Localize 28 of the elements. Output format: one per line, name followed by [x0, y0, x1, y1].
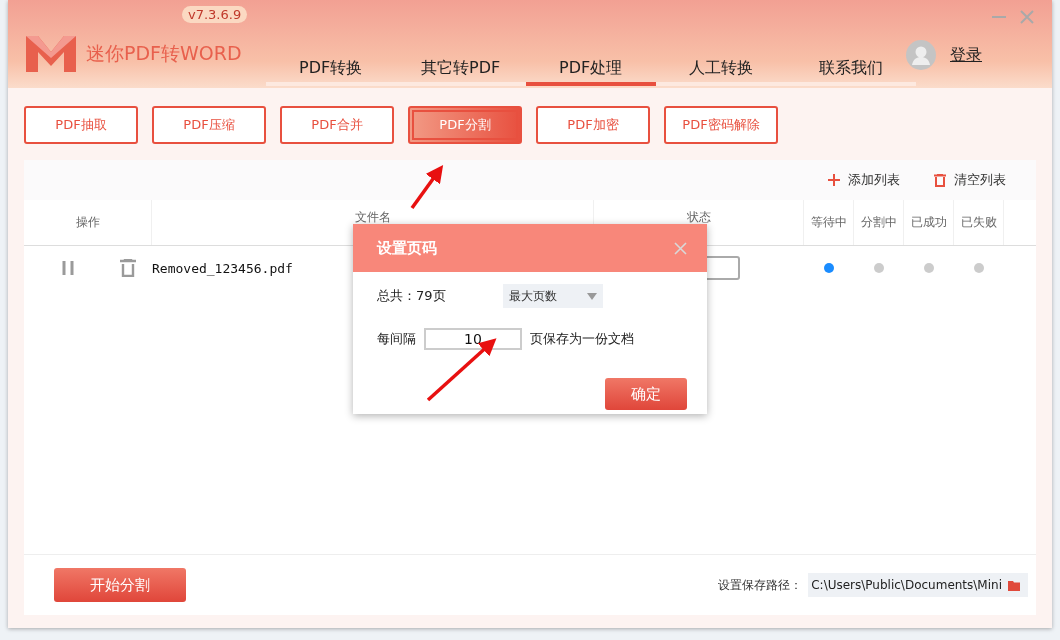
- login-link[interactable]: 登录: [950, 44, 982, 66]
- column-header: 操作: [24, 200, 152, 245]
- mode-dropdown[interactable]: 最大页数: [503, 284, 603, 308]
- nav-tab[interactable]: PDF处理: [525, 57, 656, 86]
- nav-tab[interactable]: 其它转PDF: [395, 57, 526, 86]
- column-header: 已成功: [904, 200, 954, 245]
- add-list-button[interactable]: 添加列表: [828, 171, 900, 189]
- save-path-field[interactable]: C:\Users\Public\Documents\Mini: [808, 573, 1028, 597]
- tool-button[interactable]: PDF加密: [536, 106, 650, 144]
- confirm-button[interactable]: 确定: [605, 378, 687, 410]
- app-title: 迷你PDF转WORD: [86, 41, 242, 66]
- total-pages-label: 总共：79页: [377, 287, 446, 305]
- interval-suffix-label: 页保存为一份文档: [530, 330, 634, 348]
- nav-tab[interactable]: PDF转换: [265, 57, 396, 86]
- tool-button[interactable]: PDF抽取: [24, 106, 138, 144]
- column-header: 已失败: [954, 200, 1004, 245]
- nav-tab[interactable]: 人工转换: [655, 57, 786, 86]
- clear-list-button[interactable]: 清空列表: [934, 171, 1006, 189]
- save-path-label: 设置保存路径：: [718, 576, 803, 594]
- interval-label: 每间隔: [377, 330, 416, 348]
- column-header: 分割中: [854, 200, 904, 245]
- column-header: 等待中: [804, 200, 854, 245]
- version-label: v7.3.6.9: [182, 6, 248, 23]
- tool-button[interactable]: PDF压缩: [152, 106, 266, 144]
- interval-field[interactable]: 10: [424, 328, 522, 350]
- tool-button[interactable]: PDF密码解除: [664, 106, 778, 144]
- tool-button[interactable]: PDF合并: [280, 106, 394, 144]
- file-name: Removed_123456.pdf: [152, 260, 294, 276]
